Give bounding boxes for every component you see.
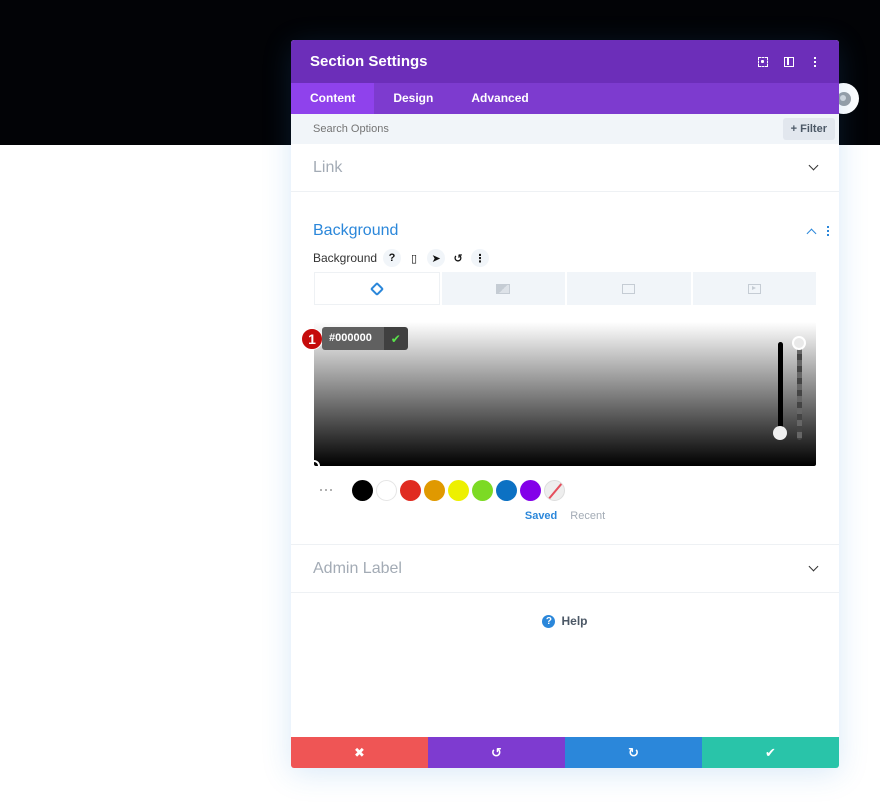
split-view-button[interactable] [784, 56, 794, 67]
filter-button[interactable]: + Filter [782, 118, 835, 140]
palette-tabs: Saved Recent [291, 510, 839, 522]
tab-advanced[interactable]: Advanced [452, 83, 547, 114]
section-settings-modal: Section Settings Content Design Advanced… [291, 40, 839, 768]
paint-bucket-icon [369, 281, 384, 296]
responsive-icon[interactable]: ▯ [405, 249, 423, 267]
swatch-blue[interactable] [496, 479, 517, 501]
redo-icon: ↻ [628, 744, 639, 760]
saturation-handle[interactable] [308, 460, 320, 472]
admin-label-section: Admin Label [291, 545, 839, 593]
field-more-icon[interactable]: ⋮ [471, 249, 490, 267]
link-section-title: Link [313, 158, 343, 176]
help-label: Help [561, 614, 588, 628]
undo-button[interactable]: ↺ [428, 737, 565, 768]
focus-icon [758, 56, 768, 67]
saved-tab[interactable]: Saved [525, 510, 557, 522]
background-type-tabs [314, 272, 816, 305]
more-options-button[interactable] [810, 56, 820, 67]
reset-icon[interactable]: ↺ [449, 249, 467, 267]
hue-slider-handle[interactable] [773, 426, 787, 440]
link-section-toggle[interactable]: Link [291, 144, 839, 191]
hex-input-group: #000000 ✔ [322, 327, 408, 350]
recent-tab[interactable]: Recent [570, 510, 605, 522]
color-swatches [320, 479, 839, 501]
help-link[interactable]: ? Help [291, 614, 839, 628]
search-options-input[interactable] [313, 123, 839, 135]
background-field-row: Background ? ▯ ➤ ↺ ⋮ [291, 248, 839, 268]
swatch-purple[interactable] [520, 479, 541, 501]
section-more-icon[interactable] [827, 226, 829, 236]
modal-header: Section Settings [291, 40, 839, 83]
modal-footer: ✖ ↺ ↻ ✔ [291, 737, 839, 768]
help-icon[interactable]: ? [383, 249, 402, 267]
chevron-down-icon [808, 160, 819, 171]
bg-tab-color[interactable] [314, 272, 440, 305]
hue-slider[interactable] [778, 342, 783, 434]
background-section: Background Background ? ▯ ➤ ↺ ⋮ 1 #00000… [291, 192, 839, 545]
tab-design[interactable]: Design [374, 83, 452, 114]
kebab-icon [814, 56, 816, 67]
split-view-icon [784, 56, 794, 67]
opacity-slider-handle[interactable] [792, 336, 806, 350]
close-icon: ✖ [354, 744, 365, 760]
swatch-yellow[interactable] [448, 479, 469, 501]
tab-content[interactable]: Content [291, 83, 375, 114]
bg-tab-video[interactable] [692, 272, 816, 305]
swatch-none[interactable] [544, 479, 565, 501]
cancel-button[interactable]: ✖ [291, 737, 428, 768]
video-icon [747, 283, 761, 294]
focus-mode-button[interactable] [758, 56, 768, 67]
page: Section Settings Content Design Advanced… [0, 0, 880, 804]
hex-input[interactable]: #000000 [322, 327, 384, 350]
background-section-toggle[interactable]: Background [291, 192, 839, 254]
image-icon [622, 283, 636, 294]
redo-button[interactable]: ↻ [565, 737, 702, 768]
gradient-icon [496, 283, 511, 294]
modal-title: Section Settings [310, 53, 428, 70]
step-badge: 1 [301, 328, 323, 350]
bg-tab-gradient[interactable] [441, 272, 565, 305]
check-icon: ✔ [390, 331, 401, 346]
color-picker-area[interactable]: 1 #000000 ✔ [301, 322, 816, 472]
chevron-down-icon [808, 561, 819, 572]
search-bar: + Filter [291, 114, 839, 144]
link-section: Link [291, 144, 839, 192]
admin-label-title: Admin Label [313, 559, 402, 577]
check-icon: ✔ [765, 744, 776, 760]
swatch-red[interactable] [400, 479, 421, 501]
filter-label: Filter [800, 123, 827, 135]
swatch-orange[interactable] [424, 479, 445, 501]
background-section-title: Background [313, 222, 399, 239]
swatch-black[interactable] [352, 479, 373, 501]
hover-cursor-icon[interactable]: ➤ [427, 249, 446, 267]
settings-tabs: Content Design Advanced [291, 83, 839, 114]
swatch-green[interactable] [472, 479, 493, 501]
swatch-white[interactable] [376, 479, 397, 501]
opacity-slider[interactable] [797, 342, 802, 440]
background-field-label: Background [313, 251, 378, 265]
undo-icon: ↺ [491, 744, 502, 760]
bg-tab-image[interactable] [567, 272, 691, 305]
admin-label-toggle[interactable]: Admin Label [291, 545, 839, 592]
save-button[interactable]: ✔ [702, 737, 839, 768]
confirm-color-button[interactable]: ✔ [383, 327, 408, 350]
chevron-up-icon [806, 228, 817, 238]
help-circle-icon: ? [542, 614, 556, 628]
plus-icon: + [790, 123, 798, 135]
more-swatches-icon[interactable] [320, 489, 332, 491]
